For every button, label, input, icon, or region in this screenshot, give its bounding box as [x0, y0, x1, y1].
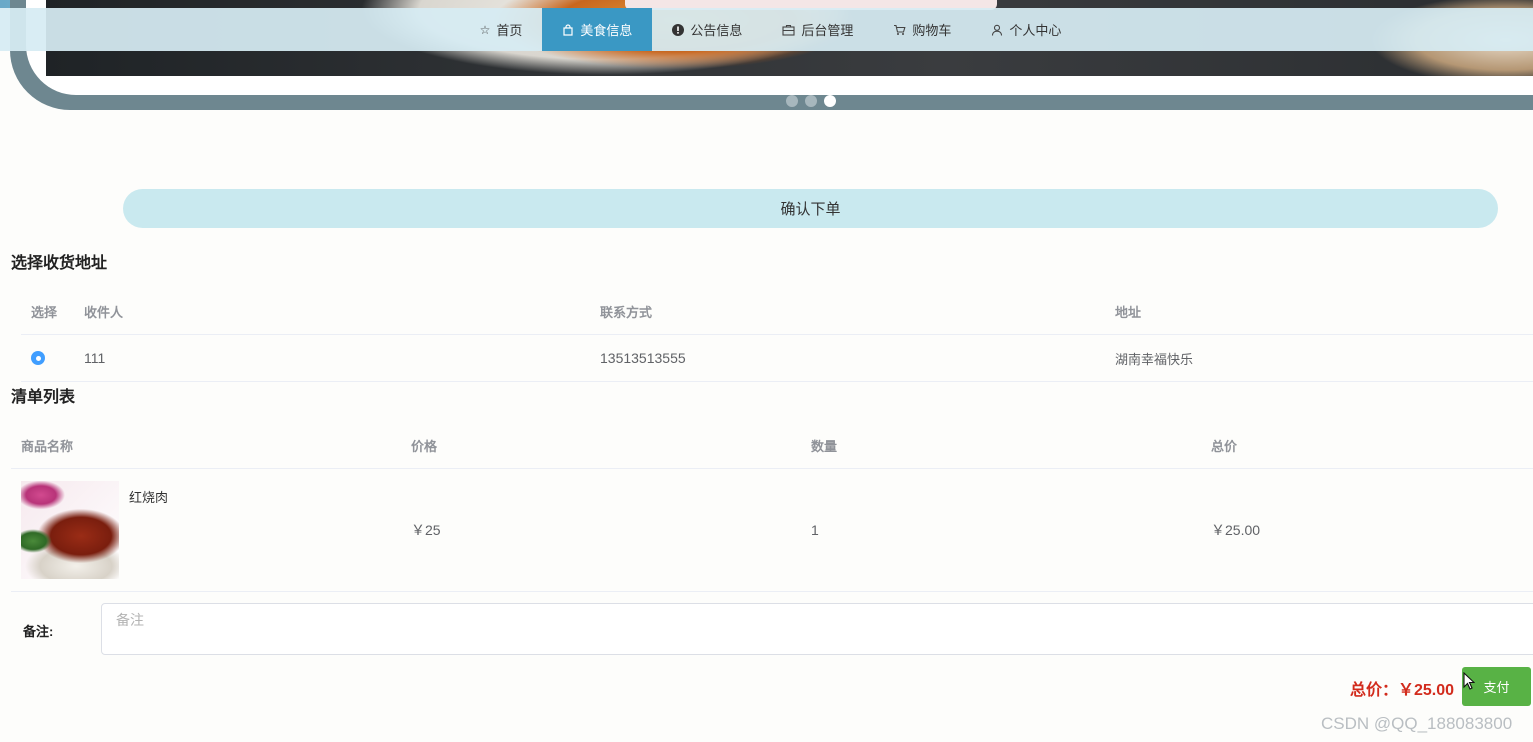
order-list-header: 商品名称 价格 数量 总价: [11, 423, 1533, 469]
carousel-indicators: [786, 95, 836, 107]
nav-item-cart[interactable]: 购物车: [873, 8, 971, 51]
confirm-order-title: 确认下单: [780, 201, 841, 218]
watermark: CSDN @QQ_188083800: [1321, 714, 1513, 733]
carousel-dot[interactable]: [805, 95, 817, 107]
address-table: 选择 收件人 联系方式 地址 111 13513513555 湖南幸福快乐: [21, 289, 1533, 382]
nav-item-admin[interactable]: 后台管理: [762, 8, 873, 51]
column-header-quantity: 数量: [811, 439, 838, 454]
pay-button-label: 支付: [1483, 680, 1510, 695]
table-row: 红烧肉 ￥25 1 ￥25.00: [11, 469, 1533, 592]
phone-cell: 13513513555: [600, 350, 686, 366]
carousel-dot-active[interactable]: [824, 95, 836, 107]
total-cell: ￥25.00: [1211, 522, 1261, 538]
column-header-phone: 联系方式: [600, 305, 653, 320]
nav-item-profile[interactable]: 个人中心: [971, 8, 1081, 51]
product-cell: 红烧肉: [11, 481, 411, 579]
cart-icon: [893, 24, 906, 36]
nav-item-label: 美食信息: [580, 23, 633, 38]
column-header-total: 总价: [1211, 439, 1238, 454]
nav-item-food-info[interactable]: 美食信息: [542, 8, 653, 51]
user-icon: [991, 24, 1003, 36]
confirm-order-header: 确认下单: [123, 189, 1498, 228]
table-row[interactable]: 111 13513513555 湖南幸福快乐: [21, 335, 1533, 382]
carousel-dot[interactable]: [786, 95, 798, 107]
select-cell: [21, 351, 84, 365]
quantity-cell: 1: [811, 522, 819, 538]
product-name: 红烧肉: [129, 490, 169, 505]
product-image: [21, 481, 119, 579]
remark-label: 备注:: [23, 624, 54, 639]
nav-item-label: 购物车: [912, 23, 952, 38]
mouse-cursor-icon: [1463, 671, 1476, 695]
order-list-table: 商品名称 价格 数量 总价 红烧肉 ￥25 1 ￥25.00: [11, 423, 1533, 592]
column-header-product-name: 商品名称: [21, 439, 74, 454]
recipient-cell: 111: [84, 350, 106, 366]
nav-item-label: 首页: [496, 23, 523, 38]
nav-item-label: 个人中心: [1009, 23, 1062, 38]
bag-icon: [562, 23, 574, 36]
column-header-recipient: 收件人: [84, 305, 124, 320]
briefcase-icon: [782, 24, 795, 36]
star-icon: ☆: [479, 22, 491, 37]
price-cell: ￥25: [411, 522, 441, 538]
order-total: 总价：￥25.00: [1350, 682, 1455, 699]
list-section-title: 清单列表: [11, 389, 76, 406]
nav-item-label: 公告信息: [690, 23, 743, 38]
nav-item-home[interactable]: ☆ 首页: [460, 8, 543, 51]
address-cell: 湖南幸福快乐: [1115, 351, 1194, 367]
alert-icon: [672, 23, 685, 36]
nav-item-notices[interactable]: 公告信息: [652, 8, 762, 51]
column-header-select: 选择: [31, 305, 58, 320]
column-header-price: 价格: [411, 439, 438, 454]
address-radio[interactable]: [31, 351, 45, 365]
remark-input[interactable]: [101, 603, 1533, 655]
nav-item-label: 后台管理: [801, 23, 854, 38]
top-nav: ☆ 首页 美食信息 公告信息 后台管理 购物车 个人中心: [0, 8, 1533, 51]
column-header-address: 地址: [1115, 305, 1142, 320]
address-table-header: 选择 收件人 联系方式 地址: [21, 289, 1533, 335]
address-section-title: 选择收货地址: [11, 255, 108, 272]
